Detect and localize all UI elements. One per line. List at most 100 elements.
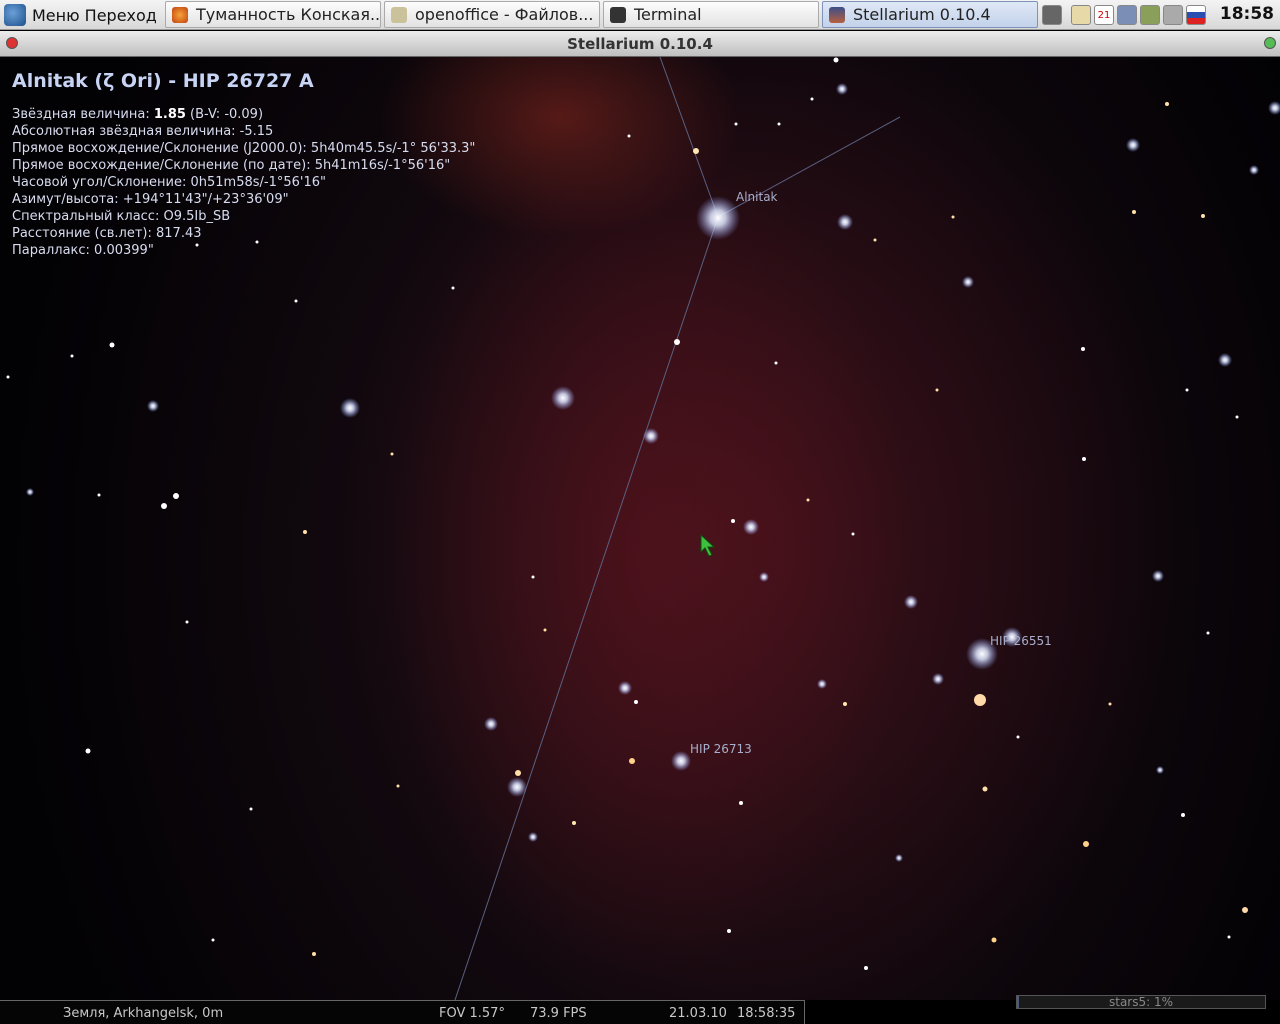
star[interactable] bbox=[26, 488, 34, 496]
star[interactable] bbox=[1218, 353, 1232, 367]
star[interactable] bbox=[810, 97, 814, 101]
star[interactable] bbox=[303, 530, 307, 534]
star[interactable] bbox=[739, 801, 743, 805]
star[interactable] bbox=[1126, 138, 1140, 152]
star[interactable] bbox=[173, 493, 179, 499]
star[interactable] bbox=[991, 937, 997, 943]
star[interactable] bbox=[743, 519, 759, 535]
star[interactable] bbox=[674, 339, 680, 345]
star[interactable] bbox=[85, 748, 91, 754]
star[interactable] bbox=[340, 398, 360, 418]
star[interactable] bbox=[1206, 631, 1210, 635]
calendar-icon[interactable]: 21 bbox=[1094, 5, 1114, 25]
star[interactable] bbox=[1016, 735, 1020, 739]
star[interactable] bbox=[982, 786, 988, 792]
star[interactable] bbox=[1181, 813, 1185, 817]
star[interactable] bbox=[895, 854, 903, 862]
star[interactable] bbox=[817, 679, 827, 689]
star[interactable] bbox=[1235, 415, 1239, 419]
star[interactable] bbox=[1083, 841, 1089, 847]
star[interactable] bbox=[572, 821, 576, 825]
maximize-icon[interactable] bbox=[1264, 37, 1276, 49]
sky-label-hip-26551[interactable]: HIP 26551 bbox=[990, 634, 1052, 648]
star[interactable] bbox=[390, 452, 394, 456]
location-text[interactable]: Земля, Arkhangelsk, 0m bbox=[63, 1006, 223, 1021]
star[interactable] bbox=[507, 777, 527, 797]
star[interactable] bbox=[1165, 102, 1169, 106]
star[interactable] bbox=[932, 673, 944, 685]
time-text[interactable]: 18:58:35 bbox=[737, 1006, 795, 1021]
star[interactable] bbox=[843, 702, 847, 706]
star[interactable] bbox=[515, 770, 521, 776]
star[interactable] bbox=[731, 519, 735, 523]
star[interactable] bbox=[211, 938, 215, 942]
star[interactable] bbox=[777, 122, 781, 126]
task-firefox[interactable]: Туманность Конская... bbox=[165, 1, 381, 28]
star[interactable] bbox=[6, 375, 10, 379]
star[interactable] bbox=[312, 952, 316, 956]
task-stellarium[interactable]: Stellarium 0.10.4 bbox=[822, 1, 1038, 28]
star[interactable] bbox=[1268, 101, 1280, 115]
star[interactable] bbox=[1108, 702, 1112, 706]
star[interactable] bbox=[643, 428, 659, 444]
star[interactable] bbox=[161, 503, 167, 509]
star[interactable] bbox=[147, 400, 159, 412]
star[interactable] bbox=[1201, 214, 1205, 218]
star[interactable] bbox=[774, 361, 778, 365]
star[interactable] bbox=[1242, 907, 1248, 913]
star[interactable] bbox=[618, 681, 632, 695]
star[interactable] bbox=[396, 784, 400, 788]
star[interactable] bbox=[851, 532, 855, 536]
star[interactable] bbox=[1152, 570, 1164, 582]
star[interactable] bbox=[962, 276, 974, 288]
star[interactable] bbox=[935, 388, 939, 392]
star[interactable] bbox=[1185, 388, 1189, 392]
star[interactable] bbox=[629, 758, 635, 764]
star[interactable] bbox=[833, 57, 839, 63]
star[interactable] bbox=[974, 694, 986, 706]
star[interactable] bbox=[249, 807, 253, 811]
star[interactable] bbox=[951, 215, 955, 219]
sky-label-alnitak[interactable]: Alnitak bbox=[736, 190, 778, 204]
clipboard-icon[interactable] bbox=[1071, 5, 1091, 25]
star[interactable] bbox=[109, 342, 115, 348]
star[interactable] bbox=[531, 575, 535, 579]
main-menu-button[interactable]: Меню Переход bbox=[4, 2, 157, 28]
star[interactable] bbox=[97, 493, 101, 497]
star[interactable] bbox=[759, 572, 769, 582]
star[interactable] bbox=[864, 966, 868, 970]
star[interactable] bbox=[528, 832, 538, 842]
camera-icon[interactable] bbox=[1042, 5, 1062, 25]
star[interactable] bbox=[634, 700, 638, 704]
star[interactable] bbox=[543, 628, 547, 632]
star[interactable] bbox=[693, 148, 699, 154]
star[interactable] bbox=[484, 717, 498, 731]
network-icon[interactable] bbox=[1117, 5, 1137, 25]
star[interactable] bbox=[734, 122, 738, 126]
date-text[interactable]: 21.03.10 bbox=[669, 1006, 727, 1021]
star[interactable] bbox=[806, 498, 810, 502]
star[interactable] bbox=[1156, 766, 1164, 774]
star[interactable] bbox=[70, 354, 74, 358]
star[interactable] bbox=[1082, 457, 1086, 461]
star[interactable] bbox=[627, 134, 631, 138]
star[interactable] bbox=[551, 386, 575, 410]
task-file-manager[interactable]: openoffice - Файлов... bbox=[384, 1, 600, 28]
star[interactable] bbox=[727, 929, 731, 933]
window-titlebar[interactable]: Stellarium 0.10.4 bbox=[0, 31, 1280, 57]
star[interactable] bbox=[904, 595, 918, 609]
mail-icon[interactable] bbox=[1163, 5, 1183, 25]
sky-label-hip-26713[interactable]: HIP 26713 bbox=[690, 742, 752, 756]
star-alnitak[interactable] bbox=[696, 196, 740, 240]
star[interactable] bbox=[837, 214, 853, 230]
star[interactable] bbox=[873, 238, 877, 242]
star[interactable] bbox=[1081, 347, 1085, 351]
star[interactable] bbox=[451, 286, 455, 290]
keyboard-layout-flag-icon[interactable] bbox=[1186, 5, 1206, 25]
star[interactable] bbox=[1132, 210, 1136, 214]
task-terminal[interactable]: Terminal bbox=[603, 1, 819, 28]
star[interactable] bbox=[1227, 935, 1231, 939]
star[interactable] bbox=[294, 299, 298, 303]
star[interactable] bbox=[1249, 165, 1259, 175]
star[interactable] bbox=[836, 83, 848, 95]
